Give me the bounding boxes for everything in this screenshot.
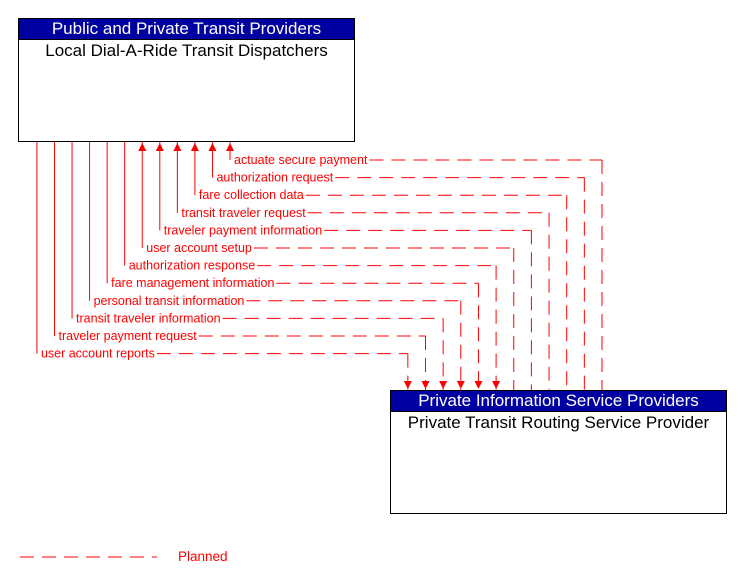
legend-line [20, 556, 157, 558]
legend-label: Planned [178, 549, 228, 564]
